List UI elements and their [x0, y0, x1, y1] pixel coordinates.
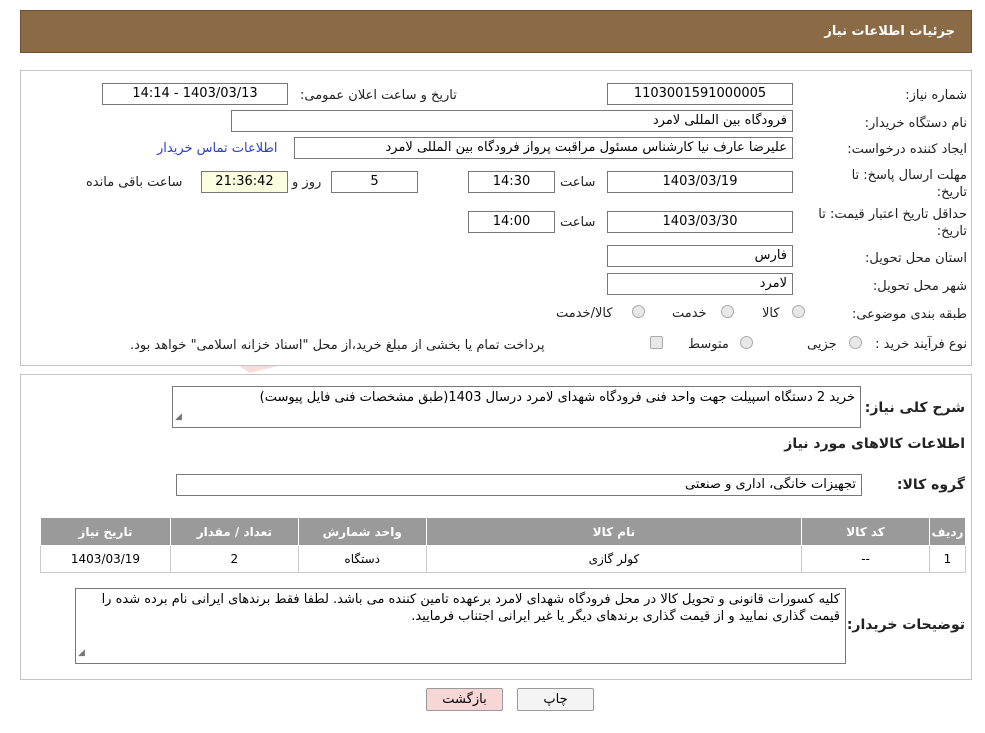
category-option-both: کالا/خدمت — [556, 306, 613, 321]
validity-label-date: تاریخ: — [936, 224, 967, 239]
deadline-time-label: ساعت — [560, 175, 596, 190]
resize-grip-icon: ◢ — [78, 648, 85, 658]
buyer-field: فرودگاه بین المللی لامرد — [231, 110, 793, 132]
column-header: کد کالا — [801, 517, 930, 546]
deadline-label: مهلت ارسال پاسخ: تا — [851, 168, 967, 183]
cell-code: -- — [801, 545, 930, 573]
validity-label: حداقل تاریخ اعتبار قیمت: تا — [818, 207, 967, 222]
buyer-notes-text: کلیه کسورات قانونی و تحویل کالا در محل ف… — [101, 592, 840, 624]
province-field: فارس — [607, 245, 793, 267]
deadline-label-date: تاریخ: — [936, 185, 967, 200]
column-header: نام کالا — [425, 517, 803, 546]
process-radio-medium[interactable] — [740, 336, 753, 349]
column-header: واحد شمارش — [297, 517, 427, 546]
category-option-goods: کالا — [762, 306, 780, 321]
validity-time-field: 14:00 — [468, 211, 555, 233]
need-number-label: شماره نیاز: — [905, 88, 967, 103]
goods-table: تاریخ نیاز تعداد / مقدار واحد شمارش نام … — [40, 517, 967, 573]
summary-textarea: خرید 2 دستگاه اسپیلت جهت واحد فنی فرودگا… — [172, 386, 861, 428]
province-label: استان محل تحویل: — [865, 251, 967, 266]
validity-time-label: ساعت — [560, 215, 596, 230]
table-header-row: تاریخ نیاز تعداد / مقدار واحد شمارش نام … — [40, 517, 967, 546]
remaining-time-field: 21:36:42 — [201, 171, 288, 193]
category-option-service: خدمت — [672, 306, 707, 321]
cell-unit: دستگاه — [297, 545, 427, 573]
column-header: تاریخ نیاز — [40, 517, 171, 546]
deadline-time-field: 14:30 — [468, 171, 555, 193]
days-label: روز و — [292, 175, 322, 190]
cell-name: کولر گازی — [425, 545, 803, 573]
goods-group-field: تجهیزات خانگی، اداری و صنعتی — [176, 474, 862, 496]
category-radio-goods[interactable] — [792, 305, 805, 318]
deadline-date-field: 1403/03/19 — [607, 171, 793, 193]
buyer-contact-link[interactable]: اطلاعات تماس خریدار — [157, 141, 277, 156]
summary-text: خرید 2 دستگاه اسپیلت جهت واحد فنی فرودگا… — [259, 390, 855, 405]
process-note: پرداخت تمام یا بخشی از مبلغ خرید،از محل … — [130, 338, 545, 353]
goods-info-title: اطلاعات کالاهای مورد نیاز — [784, 436, 965, 452]
requester-field: علیرضا عارف نیا کارشناس مسئول مراقبت پرو… — [294, 137, 793, 159]
announce-label: تاریخ و ساعت اعلان عمومی: — [300, 88, 457, 103]
column-header: ردیف — [928, 517, 967, 546]
days-field: 5 — [331, 171, 418, 193]
back-button[interactable]: بازگشت — [426, 688, 503, 711]
column-header: تعداد / مقدار — [169, 517, 299, 546]
category-label: طبقه بندی موضوعی: — [851, 307, 967, 322]
process-label: نوع فرآیند خرید : — [875, 337, 967, 352]
cell-row-number: 1 — [928, 545, 967, 573]
buyer-label: نام دستگاه خریدار: — [864, 116, 967, 131]
need-number-field: 1103001591000005 — [607, 83, 793, 105]
cell-quantity: 2 — [169, 545, 299, 573]
process-radio-minor[interactable] — [849, 336, 862, 349]
process-checkbox-treasury[interactable] — [650, 336, 663, 349]
cell-need-date: 1403/03/19 — [40, 545, 171, 573]
city-label: شهر محل تحویل: — [872, 279, 967, 294]
category-radio-both[interactable] — [632, 305, 645, 318]
process-option-minor: جزیی — [807, 337, 837, 352]
summary-label: شرح کلی نیاز: — [864, 400, 965, 416]
remaining-label: ساعت باقی مانده — [86, 175, 183, 190]
goods-group-label: گروه کالا: — [896, 477, 965, 493]
process-option-medium: متوسط — [688, 337, 729, 352]
requester-label: ایجاد کننده درخواست: — [847, 142, 967, 157]
print-button[interactable]: چاپ — [517, 688, 594, 711]
category-radio-service[interactable] — [721, 305, 734, 318]
buyer-notes-label: توضیحات خریدار: — [846, 617, 965, 633]
announce-field: 1403/03/13 - 14:14 — [102, 83, 288, 105]
resize-grip-icon: ◢ — [175, 412, 182, 422]
city-field: لامرد — [607, 273, 793, 295]
buyer-notes-textarea: کلیه کسورات قانونی و تحویل کالا در محل ف… — [75, 588, 846, 664]
page-header: جزئیات اطلاعات نیاز — [20, 10, 972, 53]
table-row: 1403/03/19 2 دستگاه کولر گازی -- 1 — [40, 545, 967, 573]
page-title: جزئیات اطلاعات نیاز — [824, 24, 955, 39]
validity-date-field: 1403/03/30 — [607, 211, 793, 233]
